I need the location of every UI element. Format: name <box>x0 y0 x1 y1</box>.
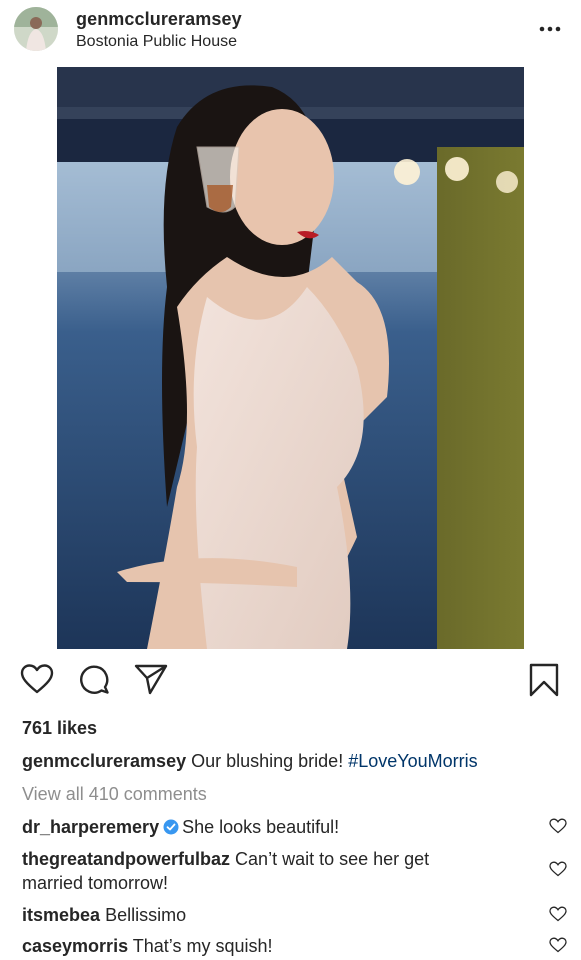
caption-username[interactable]: genmcclureramsey <box>22 751 186 771</box>
heart-icon <box>549 861 567 877</box>
comment-like-button[interactable] <box>549 906 567 922</box>
post-location[interactable]: Bostonia Public House <box>76 33 237 51</box>
like-button[interactable] <box>20 663 54 700</box>
caption-text: Our blushing bride! <box>191 751 344 771</box>
heart-icon <box>549 818 567 834</box>
likes-count[interactable]: 761 likes <box>22 718 97 739</box>
more-horizontal-icon <box>539 26 561 32</box>
comment-bubble-icon <box>80 665 109 694</box>
share-button[interactable] <box>134 663 168 700</box>
comment-text-continued: married tomorrow! <box>22 873 169 893</box>
comment-item: itsmebea Bellissimo <box>22 903 186 927</box>
comment-username[interactable]: dr_harperemery <box>22 817 159 837</box>
comment-button[interactable] <box>77 663 111 700</box>
bookmark-icon <box>529 663 559 697</box>
heart-icon <box>549 937 567 953</box>
avatar[interactable] <box>14 7 58 51</box>
comment-text: She looks beautiful! <box>182 817 340 837</box>
save-button[interactable] <box>528 663 560 702</box>
more-options-button[interactable] <box>538 22 562 36</box>
comment-item: thegreatandpowerfulbaz Can’t wait to see… <box>22 847 429 871</box>
comment-like-button[interactable] <box>549 937 567 953</box>
action-bar <box>0 660 581 704</box>
post-header: genmcclureramsey Bostonia Public House <box>0 0 581 62</box>
comment-item: caseymorris That’s my squish! <box>22 934 273 958</box>
view-all-comments-link[interactable]: View all 410 comments <box>22 782 207 806</box>
heart-icon <box>20 664 54 694</box>
post-photo[interactable] <box>57 67 524 649</box>
comment-username[interactable]: caseymorris <box>22 936 128 956</box>
heart-icon <box>549 906 567 922</box>
caption: genmcclureramsey Our blushing bride! #Lo… <box>22 749 478 773</box>
verified-badge-icon <box>163 817 179 835</box>
comment-username[interactable]: itsmebea <box>22 905 100 925</box>
comment-item: dr_harperemery She looks beautiful! <box>22 815 339 839</box>
comment-like-button[interactable] <box>549 818 567 834</box>
comment-text: Bellissimo <box>105 905 187 925</box>
paper-plane-icon <box>134 664 168 695</box>
comment-like-button[interactable] <box>549 861 567 877</box>
comment-text: That’s my squish! <box>132 936 273 956</box>
post-image <box>57 67 524 649</box>
comment-text: Can’t wait to see her get <box>235 849 430 869</box>
comment-username[interactable]: thegreatandpowerfulbaz <box>22 849 230 869</box>
post-username[interactable]: genmcclureramsey <box>76 9 242 30</box>
caption-hashtag[interactable]: #LoveYouMorris <box>348 751 477 771</box>
